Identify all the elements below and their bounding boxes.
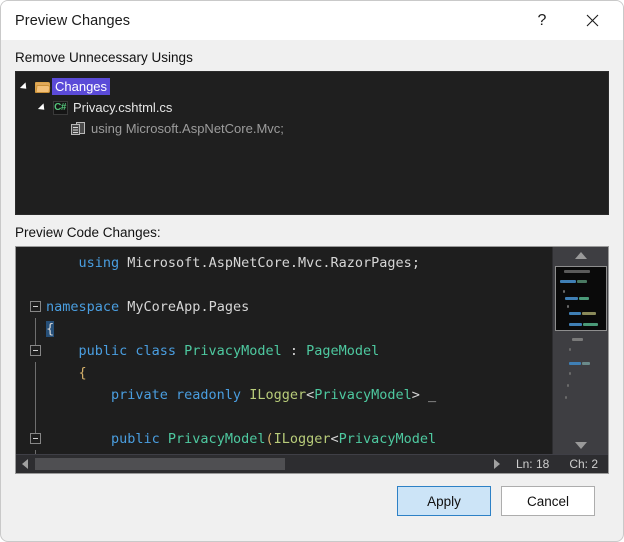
line-indicator: Ln: 18 [515, 457, 550, 471]
scroll-down-arrow-icon[interactable] [553, 437, 608, 454]
expand-collapse-arrow-icon[interactable] [34, 97, 50, 118]
scroll-up-arrow-icon[interactable] [553, 247, 608, 264]
cancel-button[interactable]: Cancel [501, 486, 595, 516]
title-bar: Preview Changes ? [1, 1, 623, 40]
code-line [16, 406, 552, 428]
code-line: { [16, 318, 552, 340]
fold-toggle-icon[interactable] [30, 301, 41, 312]
tree-item-label: using Microsoft.AspNetCore.Mvc; [91, 121, 284, 136]
preview-changes-dialog: Preview Changes ? Remove Unnecessary Usi… [0, 0, 624, 542]
horizontal-scrollbar[interactable] [33, 455, 489, 473]
editor-scroll-sidebar[interactable] [552, 247, 608, 454]
folder-icon [32, 76, 52, 97]
editor-status-bar: Ln: 18 Ch: 2 [16, 454, 608, 473]
code-section-label: Preview Code Changes: [15, 225, 161, 240]
help-button[interactable]: ? [519, 1, 565, 40]
fold-toggle-icon[interactable] [30, 433, 41, 444]
tree-section-label: Remove Unnecessary Usings [15, 50, 193, 65]
code-line: private readonly ILogger<PrivacyModel> _ [16, 384, 552, 406]
code-line: { [16, 450, 552, 454]
close-button[interactable] [569, 1, 615, 40]
column-indicator: Ch: 2 [569, 457, 598, 471]
scroll-left-arrow-icon[interactable] [16, 455, 33, 473]
code-line: using Microsoft.AspNetCore.Mvc.RazorPage… [46, 255, 420, 271]
apply-button[interactable]: Apply [397, 486, 491, 516]
tree-item-changes[interactable]: Changes [16, 76, 608, 97]
dialog-footer: Apply Cancel [15, 474, 609, 516]
window-title: Preview Changes [15, 12, 131, 29]
tree-item-label: Privacy.cshtml.cs [73, 100, 173, 115]
code-preview-panel: using Microsoft.AspNetCore.Mvc.RazorPage… [15, 246, 609, 474]
code-line: public class PrivacyModel : PageModel [16, 340, 552, 362]
code-line: { [16, 362, 552, 384]
code-document-icon [68, 118, 88, 139]
code-editor[interactable]: using Microsoft.AspNetCore.Mvc.RazorPage… [16, 247, 552, 454]
code-minimap[interactable] [554, 266, 608, 436]
close-icon [586, 14, 598, 27]
changes-tree[interactable]: Changes C# Privacy.cshtml.cs using Micro… [15, 71, 609, 215]
expand-collapse-arrow-icon[interactable] [16, 76, 32, 97]
fold-toggle-icon[interactable] [30, 345, 41, 356]
tree-item-privacy-file[interactable]: C# Privacy.cshtml.cs [16, 97, 608, 118]
question-mark-icon: ? [537, 11, 547, 29]
code-main-area: using Microsoft.AspNetCore.Mvc.RazorPage… [16, 247, 608, 454]
csharp-file-icon: C# [52, 100, 68, 115]
tree-item-label: Changes [52, 78, 111, 95]
dialog-body: Remove Unnecessary Usings Changes C# Pri… [1, 49, 623, 516]
code-line: namespace MyCoreApp.Pages [16, 296, 552, 318]
tree-item-using-statement[interactable]: using Microsoft.AspNetCore.Mvc; [16, 118, 608, 139]
code-line: public PrivacyModel(ILogger<PrivacyModel [16, 428, 552, 450]
horizontal-scrollbar-thumb[interactable] [35, 458, 285, 470]
scroll-right-arrow-icon[interactable] [489, 455, 506, 473]
